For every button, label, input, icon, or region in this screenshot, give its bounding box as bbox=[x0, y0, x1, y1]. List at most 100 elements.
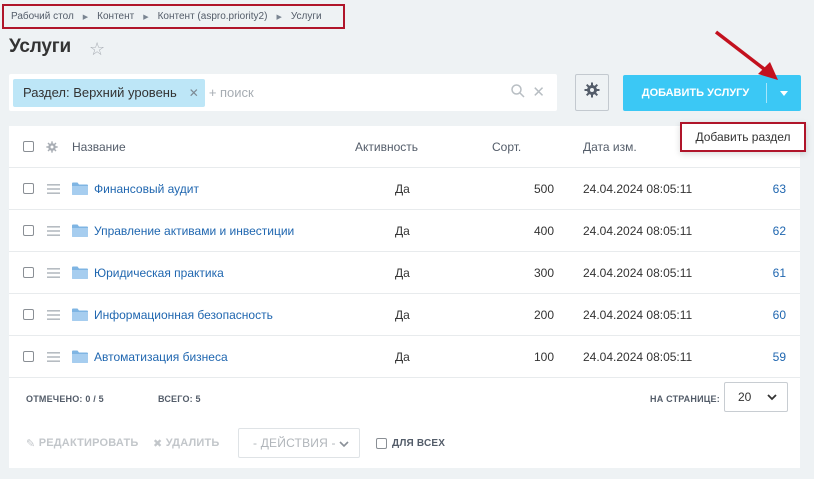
add-section-label: Добавить раздел bbox=[695, 130, 791, 144]
row-name-link[interactable]: Финансовый аудит bbox=[94, 168, 199, 209]
filter-chip[interactable]: Раздел: Верхний уровень ✕ bbox=[13, 78, 205, 107]
row-date: 24.04.2024 08:05:11 bbox=[583, 265, 693, 280]
breadcrumb-item-content[interactable]: Контент bbox=[97, 11, 134, 22]
row-id-link[interactable]: 59 bbox=[749, 336, 786, 377]
row-active: Да bbox=[395, 181, 410, 196]
chevron-right-icon: ▶ bbox=[143, 13, 149, 21]
chevron-down-icon[interactable] bbox=[767, 90, 801, 96]
column-header-date[interactable]: Дата изм. bbox=[583, 126, 637, 167]
row-date: 24.04.2024 08:05:11 bbox=[583, 349, 693, 364]
selected-label: ОТМЕЧЕНО: bbox=[26, 394, 83, 404]
row-checkbox[interactable] bbox=[23, 351, 34, 362]
for-all-toggle[interactable]: ДЛЯ ВСЕХ bbox=[376, 424, 445, 462]
row-id-link[interactable]: 62 bbox=[749, 210, 786, 251]
row-checkbox[interactable] bbox=[23, 225, 34, 236]
search-input[interactable]: + поиск bbox=[209, 85, 557, 100]
row-sort: 400 bbox=[533, 223, 554, 238]
table-row[interactable]: Автоматизация бизнеса Да 100 24.04.2024 08:… bbox=[9, 336, 800, 378]
row-id-link[interactable]: 60 bbox=[749, 294, 786, 335]
per-page-label: НА СТРАНИЦЕ: bbox=[650, 394, 720, 404]
delete-label: УДАЛИТЬ bbox=[165, 437, 220, 449]
row-id-link[interactable]: 61 bbox=[749, 252, 786, 293]
search-icon[interactable] bbox=[511, 84, 525, 103]
drag-handle-icon[interactable] bbox=[47, 294, 60, 335]
selected-count: ОТМЕЧЕНО: 0 / 5 bbox=[26, 378, 104, 420]
total-count: ВСЕГО: 5 bbox=[158, 378, 201, 420]
edit-label: РЕДАКТИРОВАТЬ bbox=[38, 437, 139, 449]
row-name-link[interactable]: Информационная безопасность bbox=[94, 294, 273, 335]
drag-handle-icon[interactable] bbox=[47, 252, 60, 293]
services-table: Название Активность Сорт. Дата изм. Фина… bbox=[9, 126, 800, 468]
column-settings-icon[interactable] bbox=[46, 126, 58, 167]
row-active: Да bbox=[395, 223, 410, 238]
row-name-link[interactable]: Управление активами и инвестиции bbox=[94, 210, 294, 251]
drag-handle-icon[interactable] bbox=[47, 210, 60, 251]
close-icon[interactable]: ✕ bbox=[189, 86, 199, 100]
column-header-name[interactable]: Название bbox=[72, 126, 126, 167]
clear-icon[interactable]: ✕ bbox=[532, 83, 545, 101]
row-date: 24.04.2024 08:05:11 bbox=[583, 223, 693, 238]
breadcrumb: Рабочий стол ▶ Контент ▶ Контент (aspro.… bbox=[2, 4, 345, 29]
folder-icon bbox=[72, 210, 88, 251]
drag-handle-icon[interactable] bbox=[47, 336, 60, 377]
page-title: Услуги bbox=[9, 36, 71, 57]
filter-chip-label: Раздел: Верхний уровень bbox=[23, 85, 177, 100]
table-row[interactable]: Финансовый аудит Да 500 24.04.2024 08:05:11… bbox=[9, 168, 800, 210]
per-page-value: 20 bbox=[738, 390, 752, 404]
row-active: Да bbox=[395, 307, 410, 322]
total-value: 5 bbox=[195, 394, 201, 404]
table-row[interactable]: Информационная безопасность Да 200 24.04.20… bbox=[9, 294, 800, 336]
row-sort: 500 bbox=[533, 181, 554, 196]
for-all-checkbox[interactable] bbox=[376, 437, 387, 449]
drag-handle-icon[interactable] bbox=[47, 168, 60, 209]
column-header-active[interactable]: Активность bbox=[355, 126, 418, 167]
row-id-link[interactable]: 63 bbox=[749, 168, 786, 209]
row-checkbox[interactable] bbox=[23, 267, 34, 278]
chevron-down-icon bbox=[339, 438, 349, 452]
actions-select-value: - ДЕЙСТВИЯ - bbox=[253, 436, 336, 450]
gear-icon bbox=[584, 82, 600, 103]
pencil-icon: ✎ bbox=[26, 437, 36, 450]
row-name-link[interactable]: Юридическая практика bbox=[94, 252, 224, 293]
row-active: Да bbox=[395, 265, 410, 280]
breadcrumb-item-desktop[interactable]: Рабочий стол bbox=[11, 11, 74, 22]
select-all-checkbox[interactable] bbox=[23, 141, 34, 152]
row-checkbox[interactable] bbox=[23, 183, 34, 194]
actions-select[interactable]: - ДЕЙСТВИЯ - bbox=[238, 428, 360, 458]
row-sort: 200 bbox=[533, 307, 554, 322]
row-name-link[interactable]: Автоматизация бизнеса bbox=[94, 336, 228, 377]
row-date: 24.04.2024 08:05:11 bbox=[583, 307, 693, 322]
chevron-down-icon bbox=[767, 391, 777, 405]
chevron-right-icon: ▶ bbox=[276, 13, 282, 21]
add-service-label: ДОБАВИТЬ УСЛУГУ bbox=[641, 87, 750, 99]
folder-icon bbox=[72, 336, 88, 377]
row-checkbox[interactable] bbox=[23, 309, 34, 320]
per-page-select[interactable]: 20 bbox=[724, 382, 788, 412]
edit-button[interactable]: ✎ РЕДАКТИРОВАТЬ bbox=[26, 424, 139, 462]
row-sort: 100 bbox=[533, 349, 554, 364]
folder-icon bbox=[72, 252, 88, 293]
group-actions-bar: ✎ РЕДАКТИРОВАТЬ ✖ УДАЛИТЬ - ДЕЙСТВИЯ - Д… bbox=[9, 424, 800, 462]
add-section-menu-item[interactable]: Добавить раздел bbox=[680, 122, 806, 152]
table-row[interactable]: Управление активами и инвестиции Да 400 24.… bbox=[9, 210, 800, 252]
star-icon[interactable]: ☆ bbox=[89, 39, 105, 60]
delete-button[interactable]: ✖ УДАЛИТЬ bbox=[153, 424, 220, 462]
table-row[interactable]: Юридическая практика Да 300 24.04.2024 08:0… bbox=[9, 252, 800, 294]
folder-icon bbox=[72, 168, 88, 209]
table-footer: ОТМЕЧЕНО: 0 / 5 ВСЕГО: 5 НА СТРАНИЦЕ: bbox=[9, 378, 800, 420]
column-header-sort[interactable]: Сорт. bbox=[492, 126, 521, 167]
chevron-right-icon: ▶ bbox=[82, 13, 89, 21]
breadcrumb-item-content-aspro[interactable]: Контент (aspro.priority2) bbox=[158, 11, 268, 22]
settings-button[interactable] bbox=[575, 74, 609, 111]
for-all-label: ДЛЯ ВСЕХ bbox=[392, 437, 446, 449]
row-date: 24.04.2024 08:05:11 bbox=[583, 181, 693, 196]
row-active: Да bbox=[395, 349, 410, 364]
folder-icon bbox=[72, 294, 88, 335]
row-sort: 300 bbox=[533, 265, 554, 280]
filter-search-bar[interactable]: Раздел: Верхний уровень ✕ + поиск ✕ bbox=[9, 74, 557, 111]
selected-value: 0 / 5 bbox=[85, 394, 104, 404]
arrow-annotation-icon bbox=[714, 30, 778, 80]
breadcrumb-item-services[interactable]: Услуги bbox=[291, 11, 322, 22]
close-icon: ✖ bbox=[153, 437, 163, 450]
total-label: ВСЕГО: bbox=[158, 394, 193, 404]
